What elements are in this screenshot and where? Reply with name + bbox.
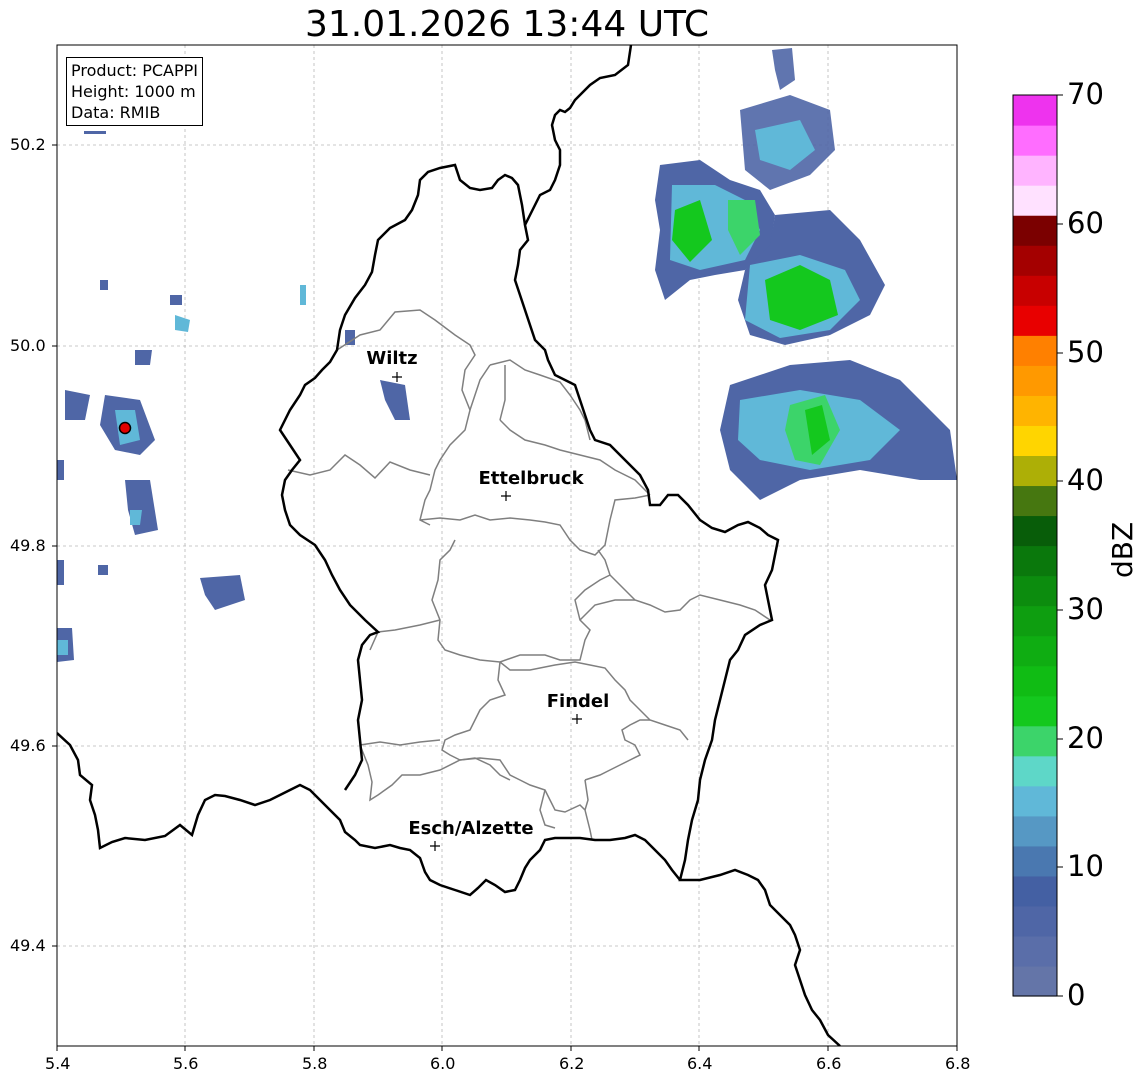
- colorbar-segment: [1013, 545, 1057, 577]
- colorbar-segment: [1013, 965, 1057, 997]
- product-label: Product: PCAPPI: [71, 61, 199, 80]
- x-tick-label: 6.8: [945, 1054, 971, 1073]
- y-tick-label: 50.0: [10, 336, 46, 355]
- city-label-esch-alzette: Esch/Alzette: [408, 818, 534, 839]
- x-tick-label: 6.6: [816, 1054, 842, 1073]
- colorbar-tick-label: 40: [1067, 463, 1104, 497]
- radar-site-marker: [118, 421, 132, 435]
- radar-echoes: [57, 48, 957, 662]
- colorbar-segment: [1013, 275, 1057, 306]
- colorbar-segment: [1013, 695, 1057, 727]
- colorbar-tick-label: 50: [1067, 335, 1104, 369]
- colorbar-segment: [1013, 215, 1057, 246]
- colorbar-segment: [1013, 185, 1057, 216]
- colorbar-segment: [1013, 905, 1057, 937]
- colorbar-tick-label: 70: [1067, 77, 1104, 111]
- x-tick-label: 5.4: [45, 1054, 71, 1073]
- colorbar-segment: [1013, 395, 1057, 426]
- colorbar-segment: [1013, 335, 1057, 366]
- colorbar-segment: [1013, 665, 1057, 697]
- colorbar-segment: [1013, 125, 1057, 156]
- y-tick-label: 49.6: [10, 736, 46, 755]
- colorbar-segment: [1013, 95, 1057, 126]
- colorbar-unit-label: dBZ: [1106, 521, 1139, 578]
- y-tick-label: 49.8: [10, 536, 46, 555]
- colorbar-segment: [1013, 755, 1057, 787]
- colorbar-tick-label: 60: [1067, 206, 1104, 240]
- product-info-box: Product: PCAPPI Height: 1000 m Data: RMI…: [66, 57, 204, 126]
- colorbar-segment: [1013, 245, 1057, 276]
- colorbar-segment: [1013, 455, 1057, 487]
- colorbar: [1013, 95, 1057, 997]
- x-tick-label: 5.8: [302, 1054, 328, 1073]
- height-label: Height: 1000 m: [71, 82, 196, 101]
- colorbar-segment: [1013, 845, 1057, 877]
- colorbar-segment: [1013, 485, 1057, 517]
- colorbar-segment: [1013, 425, 1057, 456]
- y-tick-label: 49.4: [10, 936, 46, 955]
- colorbar-tick-label: 0: [1067, 978, 1086, 1012]
- x-tick-label: 6.2: [559, 1054, 585, 1073]
- radar-map: [52, 44, 1063, 1051]
- colorbar-segment: [1013, 365, 1057, 396]
- data-source-label: Data: RMIB: [71, 103, 161, 122]
- plot-frame: [56, 44, 958, 1047]
- colorbar-segment: [1013, 785, 1057, 817]
- colorbar-segment: [1013, 875, 1057, 907]
- city-label-ettelbruck: Ettelbruck: [478, 468, 584, 489]
- colorbar-segment: [1013, 935, 1057, 967]
- commune-borders: [287, 309, 771, 841]
- colorbar-segment: [1013, 605, 1057, 637]
- gridlines: [57, 45, 957, 1046]
- y-tick-label: 50.2: [10, 135, 46, 154]
- colorbar-segment: [1013, 725, 1057, 757]
- colorbar-tick-label: 20: [1067, 721, 1104, 755]
- city-markers: [392, 372, 582, 851]
- colorbar-segment: [1013, 635, 1057, 667]
- colorbar-segment: [1013, 515, 1057, 547]
- colorbar-segment: [1013, 305, 1057, 336]
- x-tick-label: 6.4: [687, 1054, 713, 1073]
- x-tick-label: 6.0: [430, 1054, 456, 1073]
- colorbar-segment: [1013, 155, 1057, 186]
- colorbar-segment: [1013, 815, 1057, 847]
- colorbar-tick-label: 30: [1067, 592, 1104, 626]
- colorbar-tick-label: 10: [1067, 849, 1104, 883]
- city-label-findel: Findel: [546, 691, 610, 712]
- x-tick-label: 5.6: [173, 1054, 199, 1073]
- city-label-wiltz: Wiltz: [366, 348, 418, 369]
- colorbar-segment: [1013, 575, 1057, 607]
